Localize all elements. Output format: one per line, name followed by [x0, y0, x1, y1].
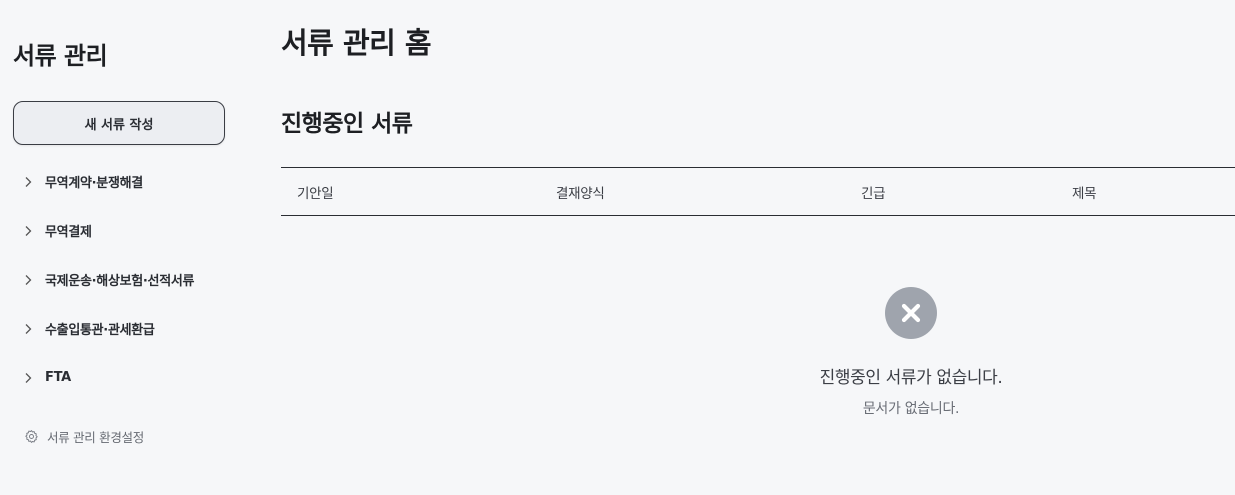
document-management-app: 서류 관리 새 서류 작성 무역계약·분쟁해결 무역결제 국제운송·해상보험·선… — [0, 0, 1235, 495]
empty-state-title: 진행중인 서류가 없습니다. — [819, 368, 1003, 388]
sidebar-item-trade-contract[interactable]: 무역계약·분쟁해결 — [0, 157, 245, 206]
settings-link[interactable]: 서류 관리 환경설정 — [24, 426, 144, 446]
chevron-right-icon — [24, 371, 34, 385]
gear-icon — [24, 429, 39, 444]
chevron-right-icon — [24, 273, 34, 287]
page-title: 서류 관리 홈 — [281, 26, 432, 60]
new-document-button[interactable]: 새 서류 작성 — [13, 101, 225, 145]
sidebar-item-label: 무역계약·분쟁해결 — [45, 176, 143, 191]
table-header: 기안일 결재양식 긴급 제목 — [281, 167, 1235, 216]
sidebar-item-label: 무역결제 — [45, 225, 92, 240]
sidebar-title: 서류 관리 — [13, 42, 108, 70]
chevron-right-icon — [24, 224, 34, 238]
sidebar: 서류 관리 새 서류 작성 무역계약·분쟁해결 무역결제 국제운송·해상보험·선… — [0, 0, 245, 495]
column-header-draft-date[interactable]: 기안일 — [297, 182, 334, 202]
sidebar-item-label: FTA — [45, 370, 71, 385]
settings-label: 서류 관리 환경설정 — [47, 429, 144, 445]
section-title: 진행중인 서류 — [281, 111, 413, 137]
empty-state-subtitle: 문서가 없습니다. — [862, 401, 960, 417]
column-header-urgent[interactable]: 긴급 — [861, 182, 886, 202]
sidebar-item-label: 국제운송·해상보험·선적서류 — [45, 274, 195, 289]
sidebar-nav: 무역계약·분쟁해결 무역결제 국제운송·해상보험·선적서류 수출입통관·관세환급 — [0, 157, 245, 402]
sidebar-item-trade-payment[interactable]: 무역결제 — [0, 206, 245, 255]
column-header-title[interactable]: 제목 — [1072, 182, 1097, 202]
sidebar-item-shipping[interactable]: 국제운송·해상보험·선적서류 — [0, 255, 245, 304]
sidebar-item-label: 수출입통관·관세환급 — [45, 323, 155, 338]
chevron-right-icon — [24, 175, 34, 189]
empty-state: 진행중인 서류가 없습니다. 문서가 없습니다. — [789, 287, 1033, 418]
column-header-approval-form[interactable]: 결재양식 — [556, 182, 605, 202]
chevron-right-icon — [24, 322, 34, 336]
close-circle-icon — [885, 287, 937, 339]
sidebar-item-fta[interactable]: FTA — [0, 353, 245, 402]
sidebar-item-customs[interactable]: 수출입통관·관세환급 — [0, 304, 245, 353]
main-content: 서류 관리 홈 진행중인 서류 기안일 결재양식 긴급 제목 진행중인 서류가 … — [281, 0, 1235, 495]
